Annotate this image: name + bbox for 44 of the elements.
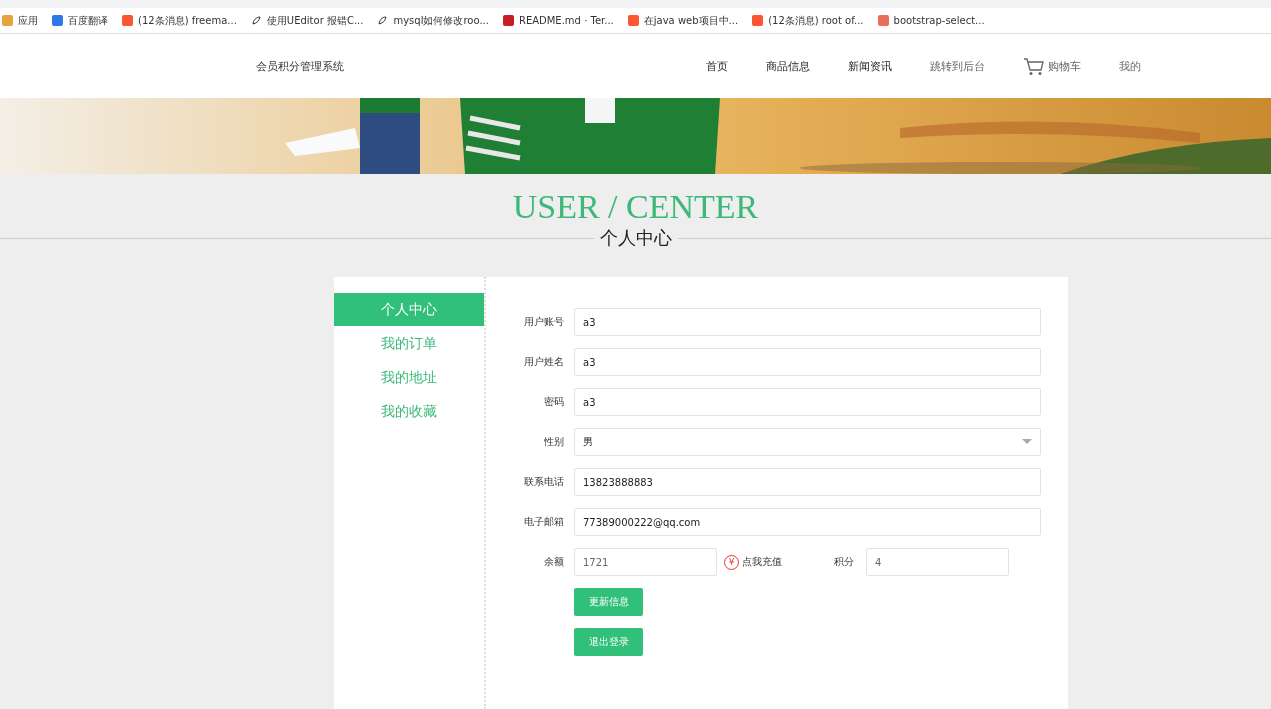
site-title: 会员积分管理系统 [256, 58, 345, 74]
favicon-icon [877, 15, 889, 26]
bookmark[interactable]: (12条消息) root of... [752, 13, 864, 28]
field-label: 用户账号 [523, 315, 565, 329]
field-label: 余额 [543, 555, 565, 569]
bookmark[interactable]: (12条消息) freema... [122, 13, 237, 28]
bookmark[interactable]: 应用 [2, 13, 38, 28]
field-label: 积分 [834, 555, 855, 569]
input-field[interactable]: 4 [866, 548, 1009, 576]
favicon-icon [752, 15, 764, 26]
select-field[interactable]: 男 [574, 428, 1041, 456]
favicon-icon [52, 15, 63, 26]
bookmark[interactable]: bootstrap-select... [877, 15, 985, 26]
nav-link[interactable]: 新闻资讯 [848, 58, 892, 74]
field-label: 密码 [543, 395, 565, 409]
input-field[interactable]: a3 [574, 348, 1041, 376]
favicon-icon [627, 15, 639, 26]
favicon-icon [2, 15, 13, 26]
caret-icon [1022, 439, 1032, 445]
favicon-icon [502, 15, 514, 26]
field-label: 用户姓名 [523, 355, 565, 369]
input-field[interactable]: a3 [574, 308, 1041, 336]
input-field[interactable]: a3 [574, 388, 1041, 416]
input-field[interactable]: 77389000222@qq.com [574, 508, 1041, 536]
recharge-link[interactable]: ¥ 点我充值 [724, 554, 834, 570]
field-label: 电子邮箱 [523, 515, 565, 529]
cart-icon [1023, 56, 1045, 76]
nav-link[interactable]: 我的 [1119, 58, 1141, 74]
bookmark[interactable]: mysql如何修改roo... [377, 13, 489, 28]
nav-link[interactable]: 商品信息 [766, 58, 810, 74]
bookmark[interactable]: 在java web项目中... [627, 13, 739, 28]
bookmark[interactable]: 使用UEditor 报错C... [250, 13, 364, 28]
nav-link[interactable]: 跳转到后台 [930, 58, 985, 74]
page-heading: USER / CENTER [511, 188, 760, 226]
nav-link[interactable]: 首页 [706, 58, 728, 74]
page-subtitle: 个人中心 [593, 226, 678, 250]
bookmark[interactable]: README.md · Ter... [502, 15, 614, 26]
bookmark[interactable]: 百度翻译 [52, 13, 108, 28]
field-label: 联系电话 [523, 475, 565, 489]
input-field[interactable]: 13823888883 [574, 468, 1041, 496]
nav-link[interactable]: 购物车 [1023, 56, 1081, 76]
favicon-icon [122, 15, 133, 26]
field-label: 性别 [543, 435, 565, 449]
input-field[interactable]: 1721 [574, 548, 717, 576]
